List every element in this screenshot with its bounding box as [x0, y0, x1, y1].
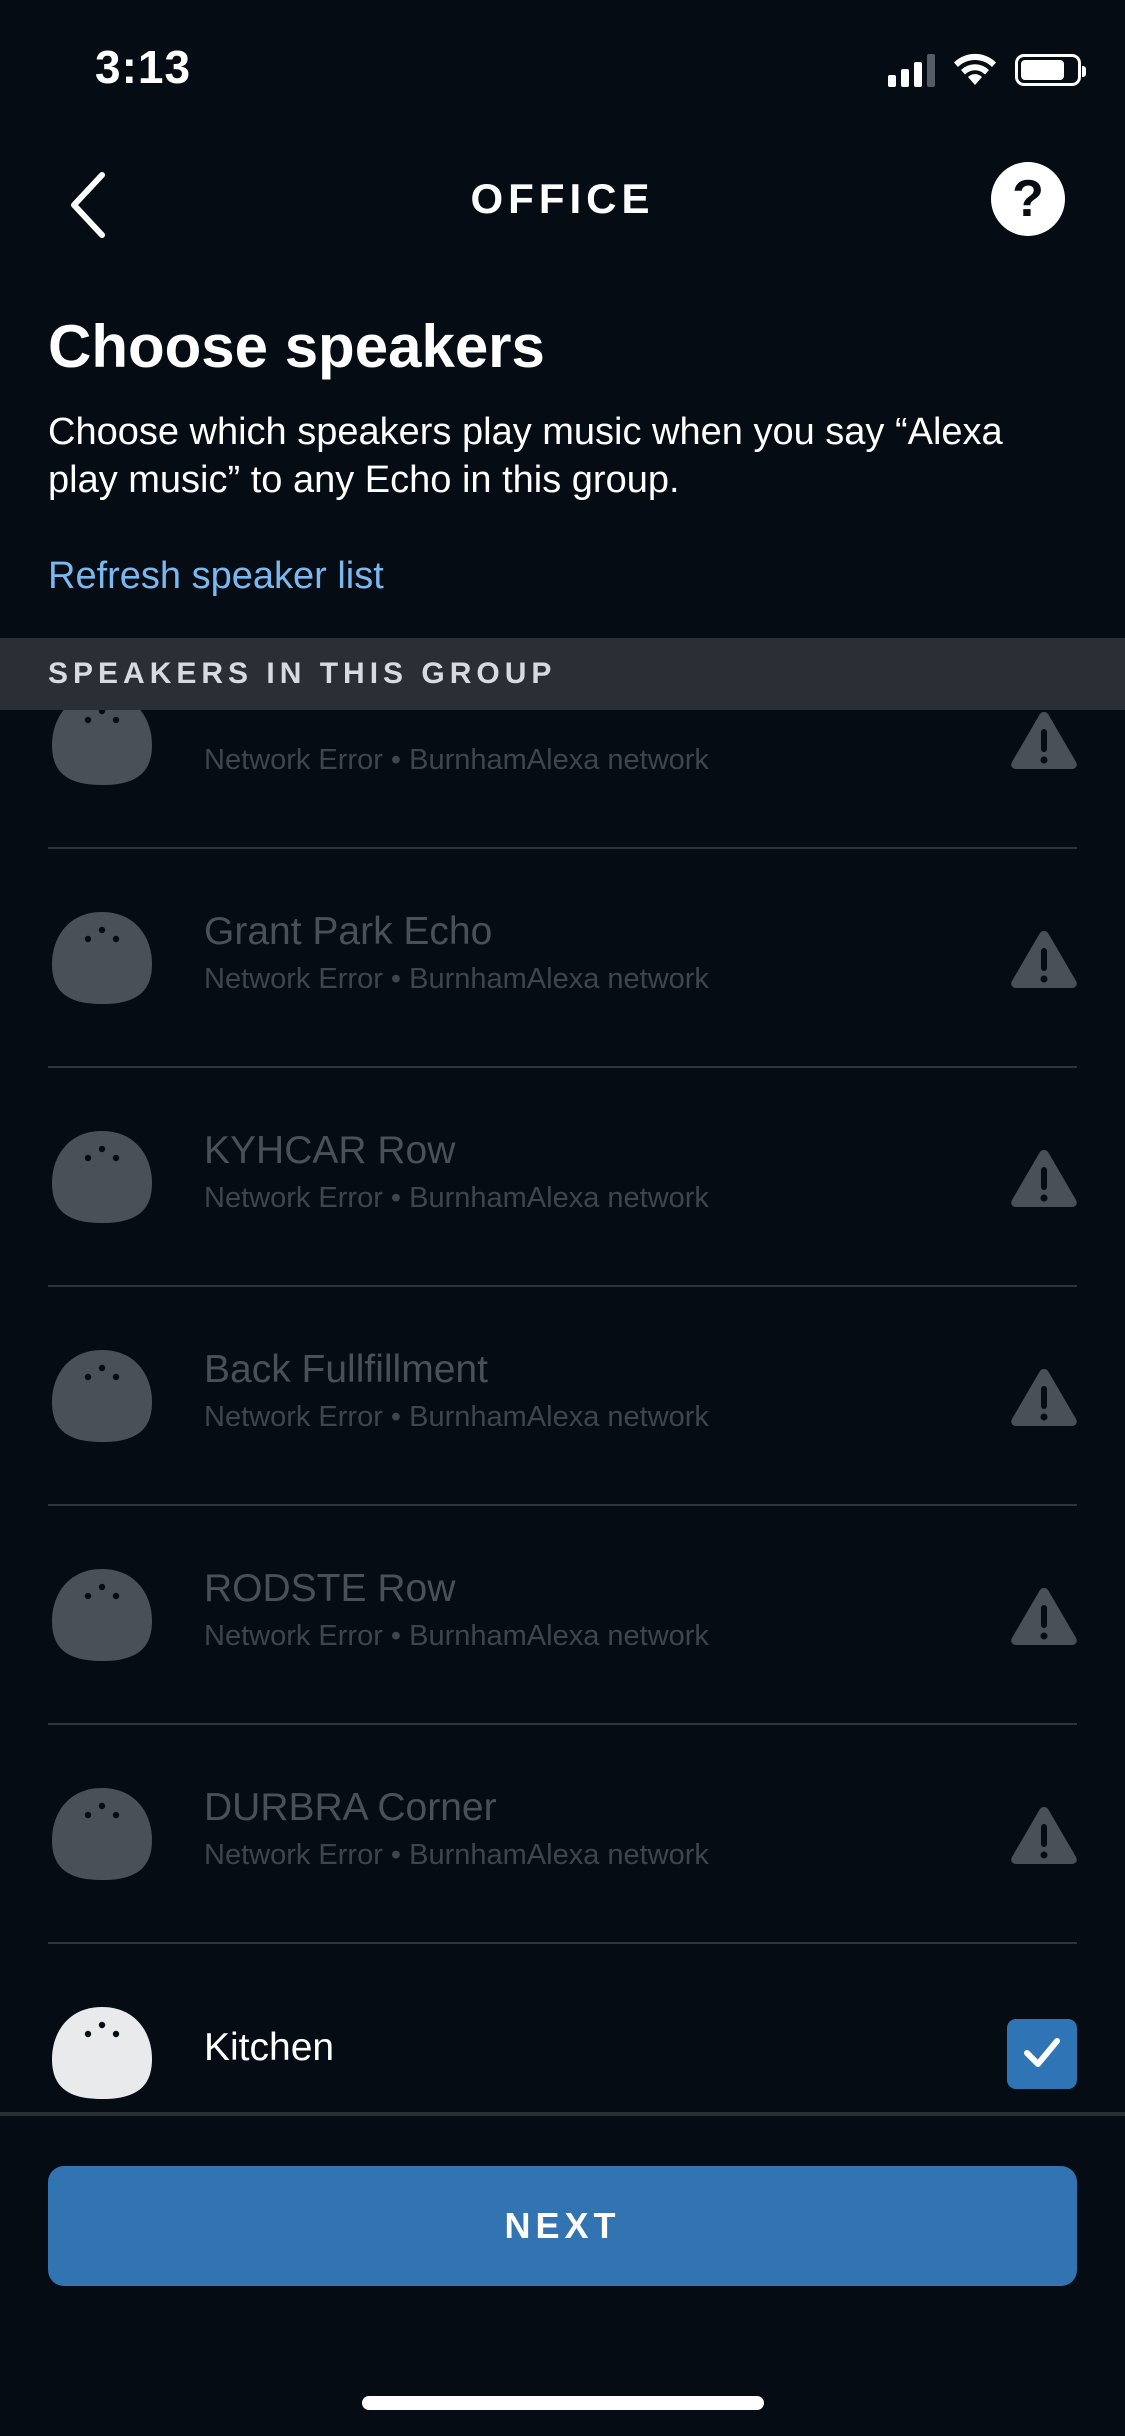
echo-speaker-icon	[52, 1127, 152, 1227]
status-icons	[888, 50, 1086, 90]
echo-speaker-icon	[52, 710, 152, 789]
warning-icon[interactable]	[1009, 1585, 1079, 1647]
speaker-row[interactable]: Network Error • BurnhamAlexa network	[0, 710, 1125, 849]
divider	[0, 2112, 1125, 2116]
warning-icon[interactable]	[1009, 928, 1079, 990]
help-button[interactable]: ?	[991, 162, 1065, 236]
speaker-row[interactable]: Kitchen	[0, 1944, 1125, 2114]
speaker-checkbox[interactable]	[1007, 2019, 1077, 2089]
warning-icon[interactable]	[1009, 1147, 1079, 1209]
help-icon: ?	[1012, 170, 1044, 228]
section-header: SPEAKERS IN THIS GROUP	[0, 638, 1125, 710]
speaker-row[interactable]: KYHCAR Row Network Error • BurnhamAlexa n…	[0, 1068, 1125, 1287]
warning-icon[interactable]	[1009, 710, 1079, 771]
speaker-name: RODSTE Row	[204, 1567, 456, 1610]
cellular-signal-icon	[888, 53, 935, 87]
speaker-name: Grant Park Echo	[204, 910, 493, 953]
speaker-status: Network Error • BurnhamAlexa network	[204, 1401, 709, 1433]
refresh-speaker-list-link[interactable]: Refresh speaker list	[48, 555, 384, 598]
checkmark-icon	[1019, 2029, 1065, 2080]
speaker-name: DURBRA Corner	[204, 1786, 497, 1829]
speaker-status: Network Error • BurnhamAlexa network	[204, 1182, 709, 1214]
speaker-status: Network Error • BurnhamAlexa network	[204, 744, 709, 776]
home-indicator[interactable]	[362, 2396, 764, 2410]
speaker-status: Network Error • BurnhamAlexa network	[204, 963, 709, 995]
echo-speaker-icon	[52, 1346, 152, 1446]
speaker-row[interactable]: Back Fullfillment Network Error • Burnham…	[0, 1287, 1125, 1506]
speaker-status: Network Error • BurnhamAlexa network	[204, 1620, 709, 1652]
echo-speaker-icon	[52, 2003, 152, 2103]
section-header-label: SPEAKERS IN THIS GROUP	[48, 657, 557, 690]
speaker-row[interactable]: DURBRA Corner Network Error • BurnhamAlex…	[0, 1725, 1125, 1944]
echo-speaker-icon	[52, 1565, 152, 1665]
page-description: Choose which speakers play music when yo…	[48, 411, 1003, 501]
speaker-name: Kitchen	[204, 2026, 335, 2069]
battery-icon	[1015, 54, 1086, 86]
page-title: Choose speakers	[48, 313, 545, 380]
next-button[interactable]: NEXT	[48, 2166, 1077, 2286]
speaker-name: Back Fullfillment	[204, 1348, 488, 1391]
nav-bar: OFFICE ?	[0, 140, 1125, 260]
echo-speaker-icon	[52, 908, 152, 1008]
speaker-row[interactable]: Grant Park Echo Network Error • BurnhamAl…	[0, 849, 1125, 1068]
warning-icon[interactable]	[1009, 1804, 1079, 1866]
echo-speaker-icon	[52, 1784, 152, 1884]
wifi-icon	[954, 53, 996, 85]
speaker-name: KYHCAR Row	[204, 1129, 456, 1172]
speaker-list[interactable]: Network Error • BurnhamAlexa network Gra…	[0, 710, 1125, 2114]
warning-icon[interactable]	[1009, 1366, 1079, 1428]
speaker-row[interactable]: RODSTE Row Network Error • BurnhamAlexa n…	[0, 1506, 1125, 1725]
status-bar: 3:13	[0, 0, 1125, 140]
speaker-status: Network Error • BurnhamAlexa network	[204, 1839, 709, 1871]
status-time: 3:13	[95, 41, 192, 93]
nav-title: OFFICE	[470, 175, 655, 222]
